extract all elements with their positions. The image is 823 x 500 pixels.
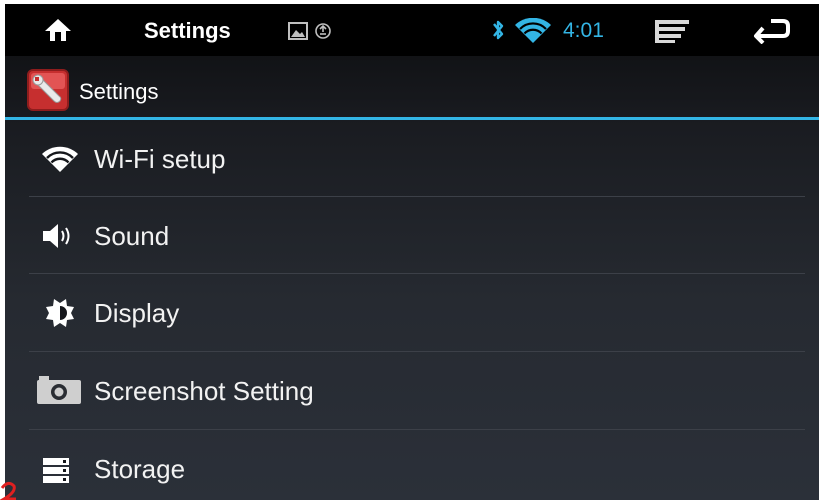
list-item-label: Sound — [94, 221, 170, 251]
sync-icon — [315, 23, 331, 39]
camera-icon — [37, 376, 81, 404]
picture-icon — [288, 22, 308, 40]
wifi-icon — [42, 146, 78, 172]
settings-screen: Settings 4:01 Settings Wi-Fi setup Sound… — [5, 4, 819, 500]
list-item-display[interactable]: Display — [5, 274, 819, 351]
home-icon[interactable] — [43, 17, 73, 43]
status-bar-title: Settings — [144, 18, 231, 43]
red-corner-mark — [0, 481, 16, 500]
list-item-label: Storage — [94, 454, 186, 484]
menu-icon[interactable] — [654, 18, 690, 44]
list-item-label: Display — [94, 298, 180, 328]
page-title: Settings — [79, 79, 159, 104]
settings-wrench-icon[interactable] — [27, 69, 69, 111]
list-item-sound[interactable]: Sound — [5, 197, 819, 274]
list-item-screenshot-setting[interactable]: Screenshot Setting — [5, 352, 819, 429]
brightness-icon — [46, 299, 74, 327]
status-bar: Settings 4:01 — [5, 4, 819, 56]
bluetooth-icon — [493, 20, 504, 40]
back-icon[interactable] — [753, 18, 791, 44]
clock: 4:01 — [563, 19, 604, 42]
action-bar: Settings — [5, 56, 819, 116]
list-item-wifi-setup[interactable]: Wi-Fi setup — [5, 120, 819, 197]
list-item-storage[interactable]: Storage — [5, 430, 819, 500]
speaker-icon — [43, 224, 70, 248]
list-item-label: Screenshot Setting — [94, 376, 314, 406]
storage-icon — [43, 458, 69, 483]
wifi-icon — [515, 18, 551, 43]
list-item-label: Wi-Fi setup — [94, 144, 226, 174]
